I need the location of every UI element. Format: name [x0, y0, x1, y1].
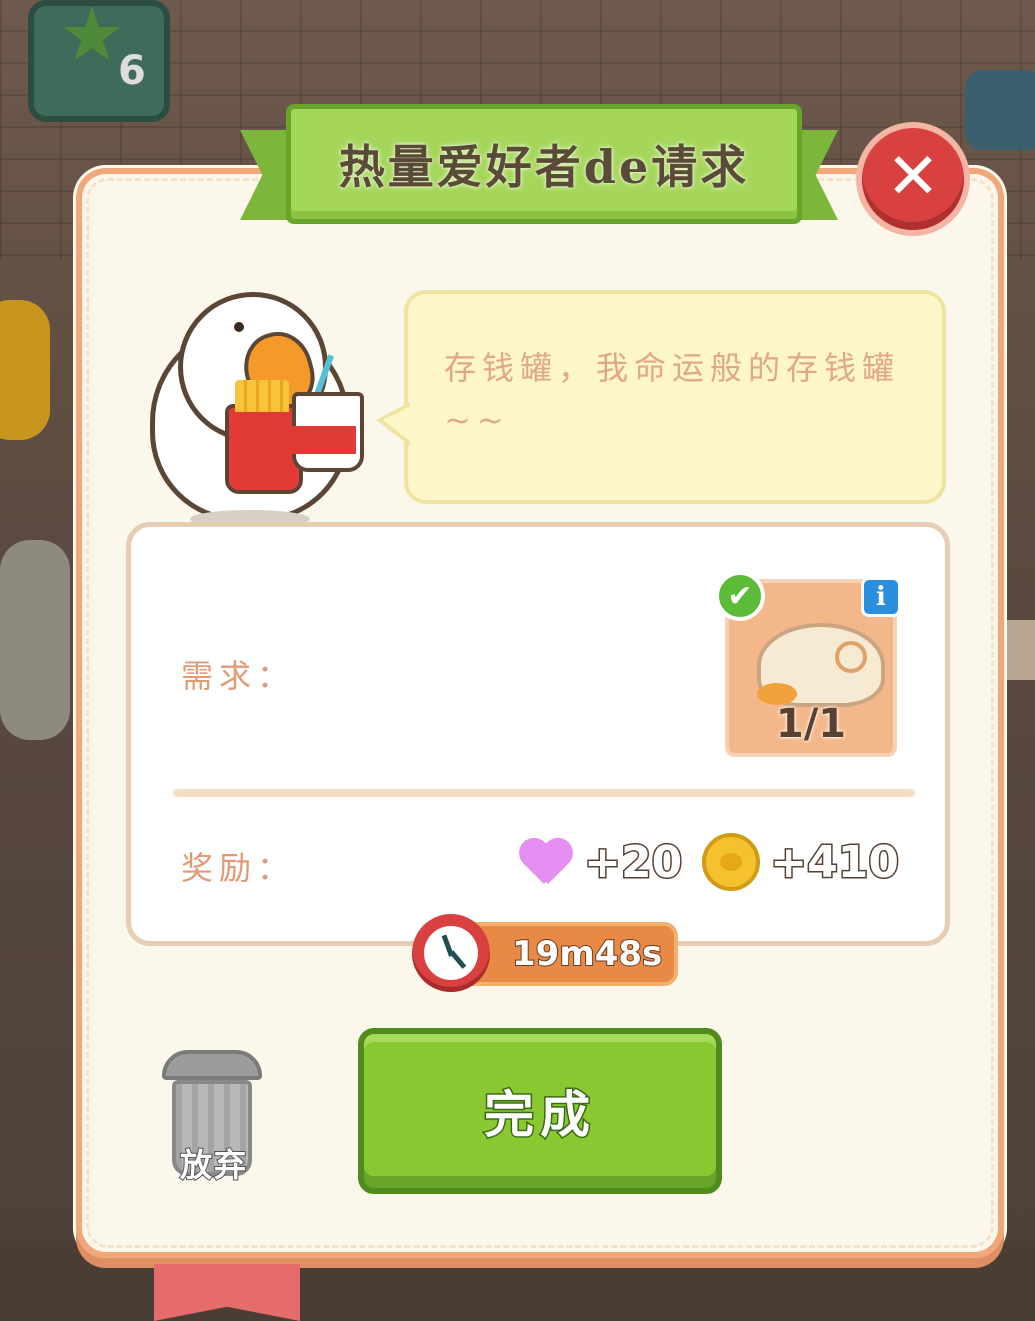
timer-value: 19m48s: [511, 933, 663, 975]
section-divider: [173, 789, 915, 797]
complete-button[interactable]: 完成: [358, 1028, 722, 1194]
heart-reward-value: +20: [583, 835, 684, 889]
speech-bubble: 存钱罐，我命运般的存钱罐~~: [376, 290, 946, 504]
background-card: [28, 0, 170, 122]
close-button[interactable]: ✕: [862, 128, 964, 230]
reward-label: 奖励：: [181, 849, 296, 887]
abandon-label: 放弃: [179, 1145, 248, 1185]
coin-reward-value: +410: [769, 835, 901, 889]
customer-duck-avatar: [150, 292, 380, 532]
dialog-title: 热量爱好者de请求: [338, 140, 750, 194]
info-icon[interactable]: i: [861, 577, 901, 617]
item-count: 1/1: [775, 701, 847, 747]
trash-lid: [162, 1050, 262, 1080]
background-question-icon: [0, 300, 50, 440]
reward-list: +20 +410: [518, 833, 909, 891]
title-ribbon: 热量爱好者de请求: [240, 100, 838, 230]
heart-icon: [518, 838, 574, 886]
duck-eye: [234, 322, 244, 332]
requirement-label: 需求：: [181, 657, 296, 695]
background-badge-count: 6: [118, 48, 146, 94]
check-icon: ✔: [715, 571, 765, 621]
coin-icon: [702, 833, 761, 891]
request-info-box: 需求： 1/1 ✔ i 奖励： +20 +410: [126, 522, 950, 946]
close-icon: ✕: [886, 140, 940, 214]
abandon-button[interactable]: 放弃: [162, 1050, 262, 1185]
clock-icon: [412, 914, 490, 992]
drink-cup-icon: [292, 392, 364, 472]
background-decor: [0, 540, 70, 740]
background-side-button: [965, 70, 1035, 150]
complete-label: 完成: [483, 1084, 596, 1146]
ribbon-banner: 热量爱好者de请求: [286, 104, 802, 224]
speech-text: 存钱罐，我命运般的存钱罐~~: [444, 349, 901, 439]
